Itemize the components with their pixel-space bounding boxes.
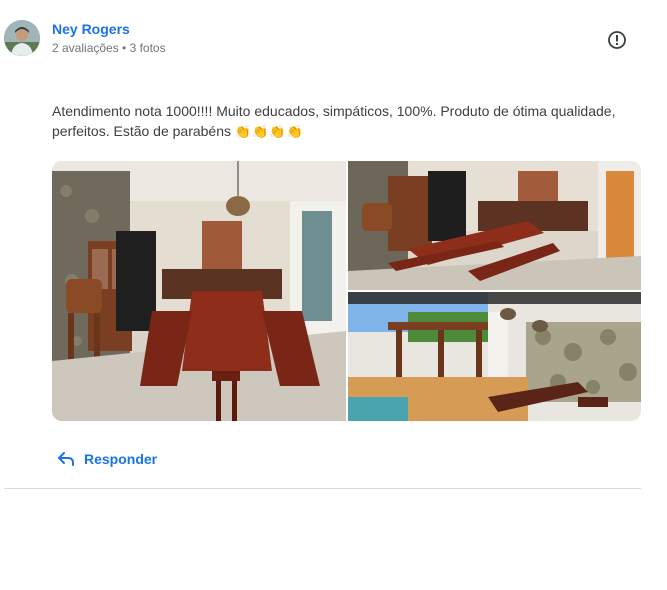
reply-arrow-icon xyxy=(58,452,74,466)
review-body: Atendimento nota 1000!!!! Muito educados… xyxy=(52,103,616,139)
report-button[interactable] xyxy=(604,27,630,53)
review-photo-1[interactable] xyxy=(52,161,346,421)
reply-button[interactable]: Responder xyxy=(58,447,157,471)
review-photo-3[interactable] xyxy=(348,292,641,421)
divider xyxy=(4,488,641,489)
reviewer-avatar[interactable] xyxy=(4,20,40,56)
clapping-hands-emojis: 👏👏👏👏 xyxy=(234,124,304,139)
report-icon xyxy=(608,31,626,49)
photo-dining-room xyxy=(52,161,346,421)
avatar-image xyxy=(4,20,40,56)
reviewer-meta: 2 avaliações • 3 fotos xyxy=(52,41,166,55)
review-photo-2[interactable] xyxy=(348,161,641,290)
photo-outdoor-pergola xyxy=(348,292,641,421)
photo-table-barbecue xyxy=(348,161,641,290)
reply-label: Responder xyxy=(84,451,158,467)
review-text: Atendimento nota 1000!!!! Muito educados… xyxy=(52,101,642,142)
reviewer-name[interactable]: Ney Rogers xyxy=(52,21,130,37)
review-card: Ney Rogers 2 avaliações • 3 fotos Atendi… xyxy=(0,0,667,590)
